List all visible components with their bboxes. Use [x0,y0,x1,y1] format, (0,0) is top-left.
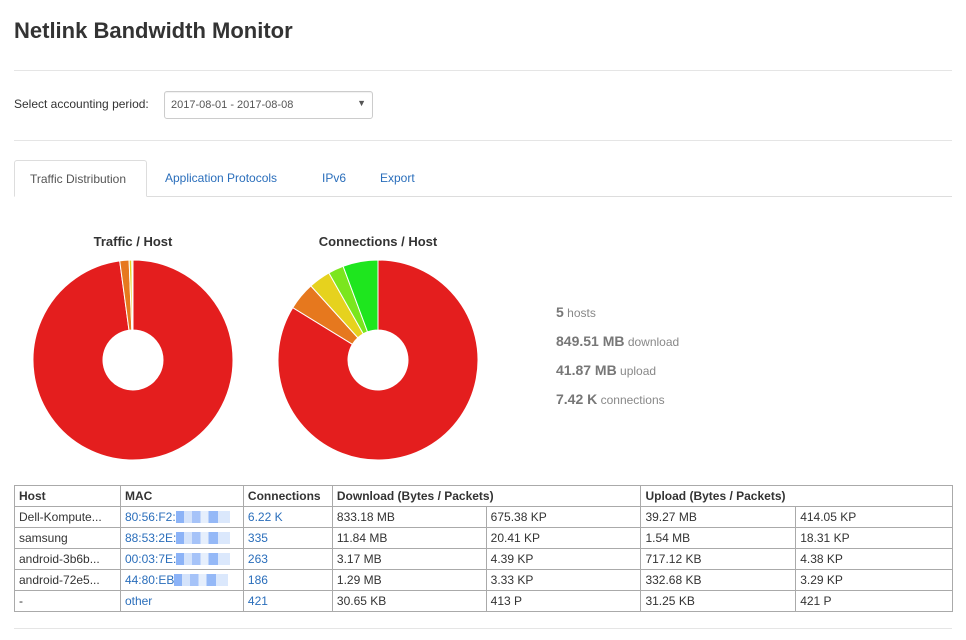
column-header-upload: Upload (Bytes / Packets) [640,485,953,507]
cell-upload-packets: 414.05 KP [795,506,953,528]
connections-per-host-chart [277,259,479,461]
summary-stats: 5 hosts 849.51 MB download 41.87 MB uplo… [556,304,679,420]
cell-host: samsung [14,527,121,549]
cell-mac: 80:56:F2: [119,506,244,528]
cell-connections: 263 [242,548,333,570]
stat-hosts: 5 hosts [556,304,679,333]
cell-upload-bytes: 332.68 KB [640,569,797,591]
stat-unit: download [627,335,680,349]
cell-upload-bytes: 39.27 MB [640,506,797,528]
cell-upload-bytes: 1.54 MB [640,527,797,549]
table-row: - other 421 30.65 KB 413 P 31.25 KB 421 … [14,590,953,612]
cell-upload-packets: 421 P [795,590,953,612]
period-select-value: 2017-08-01 - 2017-08-08 [171,99,294,111]
stat-value: 5 [556,304,564,320]
cell-host: - [14,590,121,612]
cell-download-bytes: 30.65 KB [331,590,487,612]
cell-download-packets: 4.39 KP [485,548,642,570]
stat-connections: 7.42 K connections [556,391,679,420]
cell-connections: 6.22 K [242,506,333,528]
traffic-chart-title: Traffic / Host [93,234,173,249]
redacted-mac [176,553,231,565]
column-header-mac: MAC [119,485,244,507]
caret-down-icon: ▼ [357,98,366,108]
cell-connections: 421 [242,590,333,612]
stat-unit: hosts [567,306,596,320]
cell-upload-packets: 4.38 KP [795,548,953,570]
tab-ipv6[interactable]: IPv6 [307,160,361,196]
period-label: Select accounting period: [14,97,149,111]
connections-link[interactable]: 421 [248,594,268,608]
column-header-connections: Connections [242,485,333,507]
stat-unit: upload [620,364,657,378]
mac-link[interactable]: 44:80:EB [125,573,174,587]
divider [14,140,952,141]
table-row: android-3b6b... 00:03:7E: 263 3.17 MB 4.… [14,548,953,570]
cell-download-packets: 20.41 KP [485,527,642,549]
tab-traffic-distribution[interactable]: Traffic Distribution [14,160,147,197]
cell-host: Dell-Kompute... [14,506,121,528]
cell-download-bytes: 11.84 MB [331,527,487,549]
mac-link[interactable]: 80:56:F2: [125,510,176,524]
mac-link[interactable]: other [125,594,152,608]
table-row: android-72e5... 44:80:EB 186 1.29 MB 3.3… [14,569,953,591]
stat-download: 849.51 MB download [556,333,679,362]
host-table: Host MAC Connections Download (Bytes / P… [14,485,953,612]
table-row: samsung 88:53:2E: 335 11.84 MB 20.41 KP … [14,527,953,549]
mac-link[interactable]: 88:53:2E: [125,531,176,545]
cell-download-bytes: 833.18 MB [331,506,487,528]
cell-host: android-3b6b... [14,548,121,570]
stat-value: 7.42 K [556,391,598,407]
table-header-row: Host MAC Connections Download (Bytes / P… [14,485,953,507]
cell-download-packets: 675.38 KP [485,506,642,528]
column-header-download: Download (Bytes / Packets) [331,485,642,507]
connections-link[interactable]: 6.22 K [248,510,283,524]
tab-bar: Traffic Distribution Application Protoco… [14,160,952,197]
cell-download-packets: 413 P [485,590,642,612]
cell-connections: 335 [242,527,333,549]
table-row: Dell-Kompute... 80:56:F2: 6.22 K 833.18 … [14,506,953,528]
connections-link[interactable]: 186 [248,573,268,587]
accounting-period-select[interactable]: 2017-08-01 - 2017-08-08 ▼ [164,91,373,119]
column-header-host: Host [14,485,121,507]
redacted-mac [175,511,230,523]
cell-upload-bytes: 31.25 KB [640,590,797,612]
cell-download-bytes: 3.17 MB [331,548,487,570]
connections-chart-title: Connections / Host [318,234,438,249]
cell-mac: 44:80:EB [119,569,244,591]
divider [14,628,952,629]
traffic-per-host-chart [32,259,234,461]
cell-download-packets: 3.33 KP [485,569,642,591]
tab-export[interactable]: Export [365,160,430,196]
cell-connections: 186 [242,569,333,591]
stat-value: 41.87 MB [556,362,617,378]
stat-unit: connections [600,393,665,407]
cell-mac: other [119,590,244,612]
cell-host: android-72e5... [14,569,121,591]
stat-upload: 41.87 MB upload [556,362,679,391]
divider [14,70,952,71]
mac-link[interactable]: 00:03:7E: [125,552,176,566]
cell-mac: 00:03:7E: [119,548,244,570]
redacted-mac [174,574,229,586]
cell-download-bytes: 1.29 MB [331,569,487,591]
tab-application-protocols[interactable]: Application Protocols [150,160,292,196]
cell-upload-bytes: 717.12 KB [640,548,797,570]
page-title: Netlink Bandwidth Monitor [14,18,293,43]
redacted-mac [176,532,231,544]
stat-value: 849.51 MB [556,333,625,349]
cell-upload-packets: 3.29 KP [795,569,953,591]
connections-link[interactable]: 263 [248,552,268,566]
cell-upload-packets: 18.31 KP [795,527,953,549]
connections-link[interactable]: 335 [248,531,268,545]
cell-mac: 88:53:2E: [119,527,244,549]
